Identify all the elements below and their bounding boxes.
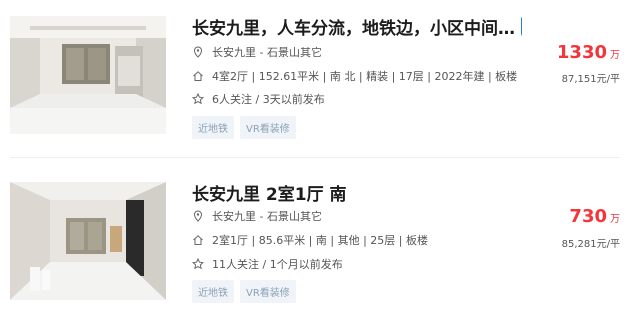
listing-details: 2室1厅 | 85.6平米 | 南 | 其他 | 25层 | 板楼 [192,232,428,248]
tag-near-subway: 近地铁 [192,116,234,139]
star-icon [192,258,204,270]
listing-location[interactable]: 长安九里 - 石景山其它 [192,208,322,224]
tag-list: 近地铁 VR看装修 [192,280,302,303]
listing-details: 4室2厅 | 152.61平米 | 南 北 | 精装 | 17层 | 2022年… [192,68,517,84]
listing-location[interactable]: 长安九里 - 石景山其它 [192,44,322,60]
follow-text: 6人关注 / 3天以前发布 [212,93,325,106]
details-text: 4室2厅 | 152.61平米 | 南 北 | 精装 | 17层 | 2022年… [212,70,518,83]
listing-title[interactable]: 长安九里 2室1厅 南 [192,180,522,205]
tag-vr: VR看装修 [240,116,296,139]
house-icon [193,71,203,81]
total-price: 730 万 [569,206,620,227]
tag-near-subway: 近地铁 [192,280,234,303]
unit-price: 85,281元/平 [561,239,620,250]
location-pin-icon [193,46,203,58]
listing-title[interactable]: 长安九里，人车分流，地铁边，小区中间…新上 [192,14,522,39]
location-text: 长安九里 - 石景山其它 [212,210,322,223]
tag-vr: VR看装修 [240,280,296,303]
location-text: 长安九里 - 石景山其它 [212,46,322,59]
follow-text: 11人关注 / 1个月以前发布 [212,258,343,271]
tag-list: 近地铁 VR看装修 [192,116,302,139]
total-price: 1330 万 [556,42,620,63]
listing-photo[interactable] [10,182,166,300]
details-text: 2室1厅 | 85.6平米 | 南 | 其他 | 25层 | 板楼 [212,234,428,247]
listing-photo[interactable] [10,16,166,134]
location-pin-icon [193,210,203,222]
listing-follow: 6人关注 / 3天以前发布 [192,91,325,107]
new-badge: 新上 [521,17,522,36]
listing-card[interactable]: 长安九里，人车分流，地铁边，小区中间…新上 长安九里 - 石景山其它 4室2厅 … [0,0,640,150]
house-icon [193,235,203,245]
unit-price: 87,151元/平 [561,74,620,85]
divider [10,157,620,158]
listing-follow: 11人关注 / 1个月以前发布 [192,256,343,272]
listing-card[interactable]: 长安九里 2室1厅 南 长安九里 - 石景山其它 2室1厅 | 85.6平米 |… [0,160,640,310]
star-icon [192,93,204,105]
